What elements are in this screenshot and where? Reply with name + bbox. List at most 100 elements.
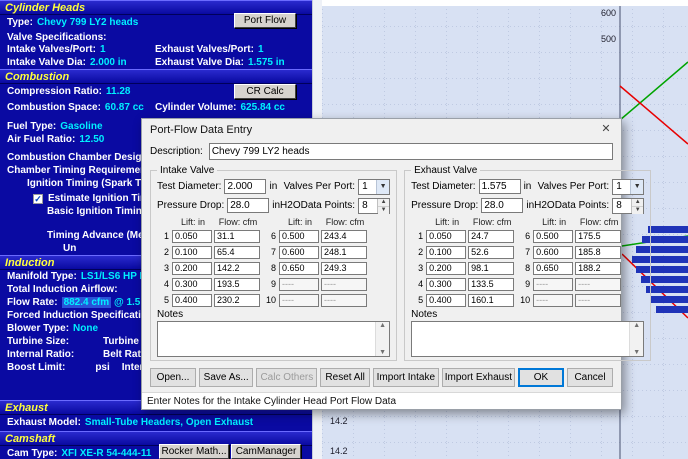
table-row: 2 7: [411, 244, 644, 260]
port-flow-button[interactable]: Port Flow: [234, 13, 296, 28]
exhaust-lift-input[interactable]: [533, 230, 573, 243]
exhaust-pressure-drop-input[interactable]: [481, 198, 523, 213]
pressure-drop-unit: inH2O: [526, 200, 554, 211]
intake-flow-input[interactable]: [214, 230, 260, 243]
exhaust-valves-per-port-select[interactable]: 1 ▼: [612, 179, 644, 195]
description-input[interactable]: [209, 143, 613, 160]
intake-flow-input[interactable]: [214, 278, 260, 291]
intake-lift-input[interactable]: [279, 262, 319, 275]
exhaust-lift-input[interactable]: [426, 246, 466, 259]
scroll-down-icon[interactable]: ▼: [379, 349, 386, 356]
scroll-down-icon[interactable]: ▼: [633, 349, 640, 356]
chevron-down-icon[interactable]: ▼: [630, 180, 643, 194]
cam-type-value[interactable]: XFI XE-R 54-444-11: [61, 448, 151, 459]
cylinder-volume-value[interactable]: 625.84 cc: [241, 102, 286, 113]
exhaust-lift-input[interactable]: [533, 262, 573, 275]
rocker-math-button[interactable]: Rocker Math...: [159, 444, 229, 459]
intake-flow-input[interactable]: [214, 246, 260, 259]
open-button[interactable]: Open...: [150, 368, 196, 387]
exhaust-flow-input[interactable]: [468, 230, 514, 243]
spin-down-icon[interactable]: ▼: [632, 207, 643, 214]
data-points-label: Data Points:: [555, 200, 609, 211]
flow-rate-value[interactable]: 882.4 cfm: [62, 297, 112, 308]
chevron-down-icon[interactable]: ▼: [376, 180, 389, 194]
turbine-size-label: Turbine Size:: [7, 336, 69, 347]
intake-valve-dia-value[interactable]: 2.000 in: [90, 57, 127, 68]
spin-up-icon[interactable]: ▲: [378, 199, 389, 207]
exhaust-model-value[interactable]: Small-Tube Headers, Open Exhaust: [85, 417, 253, 428]
exhaust-valves-port-value[interactable]: 1: [258, 44, 264, 55]
cancel-button[interactable]: Cancel: [567, 368, 613, 387]
exhaust-data-points-stepper[interactable]: 8 ▲▼: [612, 198, 644, 214]
intake-lift-input[interactable]: [172, 278, 212, 291]
exhaust-lift-input[interactable]: [426, 294, 466, 307]
estimate-ignition-checkbox[interactable]: ✓: [33, 194, 43, 204]
section-header-combustion[interactable]: Combustion: [0, 69, 312, 84]
description-label: Description:: [150, 146, 203, 157]
intake-flow-input[interactable]: [321, 246, 367, 259]
flow-column-header: Flow: cfm: [214, 217, 262, 227]
cam-manager-button[interactable]: CamManager: [231, 444, 301, 459]
fuel-type-value[interactable]: Gasoline: [60, 121, 102, 132]
exhaust-flow-input[interactable]: [468, 278, 514, 291]
cr-calc-button[interactable]: CR Calc: [234, 84, 296, 99]
intake-lift-input[interactable]: [172, 246, 212, 259]
exhaust-valve-dia-value[interactable]: 1.575 in: [248, 57, 285, 68]
save-as-button[interactable]: Save As...: [199, 368, 253, 387]
spin-up-icon[interactable]: ▲: [632, 199, 643, 207]
head-type-value[interactable]: Chevy 799 LY2 heads: [37, 17, 138, 28]
exhaust-flow-input[interactable]: [468, 246, 514, 259]
combustion-space-value[interactable]: 60.87 cc: [105, 102, 144, 113]
intake-flow-input[interactable]: [321, 262, 367, 275]
intake-valves-per-port-select[interactable]: 1 ▼: [358, 179, 390, 195]
import-exhaust-button[interactable]: Import Exhaust: [442, 368, 515, 387]
intake-lift-input[interactable]: [279, 246, 319, 259]
exhaust-flow-input[interactable]: [468, 262, 514, 275]
chamber-design-label: Combustion Chamber Design:: [7, 152, 151, 163]
exhaust-flow-input: [575, 294, 621, 307]
intake-valves-port-value[interactable]: 1: [100, 44, 106, 55]
row-number: 10: [516, 295, 533, 305]
exhaust-notes-textarea[interactable]: ▲ ▼: [411, 321, 644, 357]
exhaust-flow-input[interactable]: [575, 262, 621, 275]
scroll-up-icon[interactable]: ▲: [633, 322, 640, 329]
notes-scrollbar[interactable]: ▲ ▼: [375, 322, 389, 356]
exhaust-flow-input[interactable]: [575, 246, 621, 259]
row-number: 7: [262, 247, 279, 257]
ok-button[interactable]: OK: [518, 368, 564, 387]
exhaust-lift-input[interactable]: [533, 246, 573, 259]
import-intake-button[interactable]: Import Intake: [373, 368, 439, 387]
compression-ratio-value[interactable]: 11.28: [106, 86, 130, 97]
intake-flow-input[interactable]: [214, 262, 260, 275]
intake-flow-input[interactable]: [214, 294, 260, 307]
intake-data-points-stepper[interactable]: 8 ▲▼: [358, 198, 390, 214]
exhaust-flow-input[interactable]: [468, 294, 514, 307]
intake-notes-textarea[interactable]: ▲ ▼: [157, 321, 390, 357]
intake-valves-port-label: Intake Valves/Port:: [7, 44, 96, 55]
intake-lift-input[interactable]: [172, 262, 212, 275]
intake-test-diameter-input[interactable]: [224, 179, 266, 194]
table-row: 1 6: [157, 228, 390, 244]
exhaust-flow-input: [575, 278, 621, 291]
reset-all-button[interactable]: Reset All: [320, 368, 370, 387]
intake-lift-input[interactable]: [172, 230, 212, 243]
air-fuel-ratio-value[interactable]: 12.50: [79, 134, 104, 145]
notes-scrollbar[interactable]: ▲ ▼: [629, 322, 643, 356]
blower-type-value[interactable]: None: [73, 323, 98, 334]
intake-lift-input[interactable]: [279, 230, 319, 243]
exhaust-lift-input[interactable]: [426, 278, 466, 291]
exhaust-test-diameter-input[interactable]: [479, 179, 521, 194]
spin-down-icon[interactable]: ▼: [378, 207, 389, 214]
dialog-titlebar[interactable]: Port-Flow Data Entry ✕: [142, 119, 621, 140]
exhaust-flow-input[interactable]: [575, 230, 621, 243]
test-diameter-unit: in: [524, 181, 532, 192]
intake-flow-input[interactable]: [321, 230, 367, 243]
scroll-up-icon[interactable]: ▲: [379, 322, 386, 329]
intake-lift-input[interactable]: [172, 294, 212, 307]
close-icon[interactable]: ✕: [591, 119, 621, 140]
lift-column-header: Lift: in: [426, 217, 468, 227]
exhaust-lift-input[interactable]: [426, 230, 466, 243]
exhaust-lift-input[interactable]: [426, 262, 466, 275]
intake-pressure-drop-input[interactable]: [227, 198, 269, 213]
row-number: 4: [157, 279, 172, 289]
